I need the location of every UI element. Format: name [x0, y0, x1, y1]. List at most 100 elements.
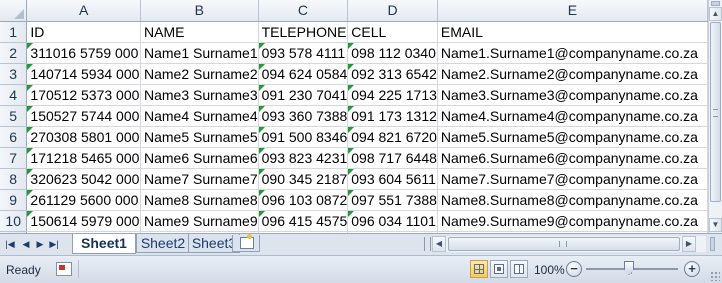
cell-d9[interactable]: 097 551 7388: [347, 189, 438, 211]
table-row: 6 270308 5801 000 Name5 Surname5 091 500 83…: [0, 126, 708, 148]
table-row: 9 261129 5600 000 Name8 Surname8 096 103 08…: [0, 189, 708, 211]
cell-d4[interactable]: 094 225 1713: [347, 84, 438, 106]
cell-c1[interactable]: TELEPHONE: [258, 21, 349, 43]
cell-a1[interactable]: ID: [26, 21, 141, 43]
row-header[interactable]: 8: [0, 168, 28, 190]
horizontal-scrollbar[interactable]: ◀ ▶: [432, 236, 706, 252]
cell-b7[interactable]: Name6 Surname6: [140, 147, 259, 169]
page-break-preview-button[interactable]: [510, 260, 528, 278]
next-sheet-icon[interactable]: ▶: [34, 237, 46, 251]
row-header[interactable]: 1: [0, 21, 28, 43]
row-header[interactable]: 9: [0, 189, 28, 211]
column-header-d[interactable]: D: [347, 0, 438, 22]
cell-a4[interactable]: 170512 5373 000: [26, 84, 141, 106]
scroll-up-button[interactable]: ▲: [709, 7, 722, 21]
cell-c6[interactable]: 091 500 8346: [258, 126, 349, 148]
horizontal-split-handle[interactable]: [710, 237, 715, 251]
cell-a10[interactable]: 150614 5979 000: [26, 210, 141, 232]
cell-e10[interactable]: Name9.Surname9@companyname.co.za: [437, 210, 708, 232]
cell-e7[interactable]: Name6.Surname6@companyname.co.za: [437, 147, 708, 169]
cell-d3[interactable]: 092 313 6542: [347, 63, 438, 85]
cell-b5[interactable]: Name4 Surname4: [140, 105, 259, 127]
cell-a5[interactable]: 150527 5744 000: [26, 105, 141, 127]
cell-d1[interactable]: CELL: [347, 21, 438, 43]
cell-d2[interactable]: 098 112 0340: [347, 42, 438, 64]
column-header-e[interactable]: E: [437, 0, 708, 22]
cell-e3[interactable]: Name2.Surname2@companyname.co.za: [437, 63, 708, 85]
worksheet-rows: 1 ID NAME TELEPHONE CELL EMAIL 2 311016 5759 00…: [0, 21, 708, 233]
cell-a8[interactable]: 320623 5042 000: [26, 168, 141, 190]
resize-grip-icon[interactable]: [710, 271, 720, 281]
cell-b6[interactable]: Name5 Surname5: [140, 126, 259, 148]
tab-split-handle[interactable]: [424, 237, 431, 251]
tab-sheet1[interactable]: Sheet1: [72, 234, 136, 254]
scroll-down-button[interactable]: ▼: [709, 218, 722, 232]
cell-e2[interactable]: Name1.Surname1@companyname.co.za: [437, 42, 708, 64]
column-header-c[interactable]: C: [258, 0, 349, 22]
cell-a2[interactable]: 311016 5759 000: [26, 42, 141, 64]
cell-e8[interactable]: Name7.Surname7@companyname.co.za: [437, 168, 708, 190]
normal-view-button[interactable]: [470, 260, 488, 278]
vertical-scroll-thumb[interactable]: [710, 22, 721, 202]
cell-b1[interactable]: NAME: [140, 21, 259, 43]
cell-b9[interactable]: Name8 Surname8: [140, 189, 259, 211]
prev-sheet-icon[interactable]: ◀: [20, 237, 32, 251]
page-layout-view-button[interactable]: [490, 260, 508, 278]
zoom-out-icon[interactable]: −: [566, 261, 582, 277]
cell-e6[interactable]: Name5.Surname5@companyname.co.za: [437, 126, 708, 148]
tab-sheet2[interactable]: Sheet2: [136, 234, 190, 253]
table-row: 7 171218 5465 000 Name6 Surname6 093 823 42…: [0, 147, 708, 169]
cell-d6[interactable]: 094 821 6720: [347, 126, 438, 148]
cell-c2[interactable]: 093 578 4111: [258, 42, 349, 64]
cell-b8[interactable]: Name7 Surname7: [140, 168, 259, 190]
insert-worksheet-button[interactable]: [232, 234, 260, 252]
row-header[interactable]: 6: [0, 126, 28, 148]
zoom-level[interactable]: 100%: [534, 262, 565, 278]
cell-a6[interactable]: 270308 5801 000: [26, 126, 141, 148]
cell-a9[interactable]: 261129 5600 000: [26, 189, 141, 211]
cell-d5[interactable]: 091 173 1312: [347, 105, 438, 127]
cell-b10[interactable]: Name9 Surname9: [140, 210, 259, 232]
column-header-b[interactable]: B: [140, 0, 259, 22]
vertical-split-handle[interactable]: [711, 1, 720, 6]
zoom-slider-thumb[interactable]: [624, 261, 634, 275]
cell-e1[interactable]: EMAIL: [437, 21, 708, 43]
cell-d7[interactable]: 098 717 6448: [347, 147, 438, 169]
macro-record-icon[interactable]: [56, 262, 72, 276]
cell-c4[interactable]: 091 230 7041: [258, 84, 349, 106]
excel-window: ABCDE 1 ID NAME TELEPHONE CELL EMAIL 2 311016 5…: [0, 0, 722, 283]
table-row: 3 140714 5934 000 Name2 Surname2 094 624 05…: [0, 63, 708, 85]
table-row: 2 311016 5759 000 Name1 Surname1 093 578 41…: [0, 42, 708, 64]
scroll-left-button[interactable]: ◀: [432, 236, 446, 252]
cell-a3[interactable]: 140714 5934 000: [26, 63, 141, 85]
column-header-a[interactable]: A: [26, 0, 141, 22]
cell-c10[interactable]: 096 415 4575: [258, 210, 349, 232]
cell-c8[interactable]: 090 345 2187: [258, 168, 349, 190]
row-header[interactable]: 3: [0, 63, 28, 85]
vertical-scrollbar[interactable]: ▲ ▼: [708, 0, 722, 233]
cell-c9[interactable]: 096 103 0872: [258, 189, 349, 211]
first-sheet-icon[interactable]: |◀: [4, 237, 16, 251]
row-header[interactable]: 7: [0, 147, 28, 169]
zoom-in-icon[interactable]: +: [684, 261, 700, 277]
last-sheet-icon[interactable]: ▶|: [48, 237, 60, 251]
cell-e9[interactable]: Name8.Surname8@companyname.co.za: [437, 189, 708, 211]
cell-b3[interactable]: Name2 Surname2: [140, 63, 259, 85]
row-header[interactable]: 2: [0, 42, 28, 64]
row-header[interactable]: 4: [0, 84, 28, 106]
cell-e5[interactable]: Name4.Surname4@companyname.co.za: [437, 105, 708, 127]
horizontal-scroll-thumb[interactable]: [448, 237, 680, 251]
select-all-button[interactable]: [0, 0, 28, 22]
cell-c3[interactable]: 094 624 0584: [258, 63, 349, 85]
cell-c7[interactable]: 093 823 4231: [258, 147, 349, 169]
cell-a7[interactable]: 171218 5465 000: [26, 147, 141, 169]
scroll-right-button[interactable]: ▶: [682, 236, 696, 252]
row-header[interactable]: 5: [0, 105, 28, 127]
cell-b4[interactable]: Name3 Surname3: [140, 84, 259, 106]
row-header[interactable]: 10: [0, 210, 28, 232]
cell-c5[interactable]: 093 360 7388: [258, 105, 349, 127]
cell-d8[interactable]: 093 604 5611: [347, 168, 438, 190]
cell-d10[interactable]: 096 034 1101: [347, 210, 438, 232]
cell-e4[interactable]: Name3.Surname3@companyname.co.za: [437, 84, 708, 106]
cell-b2[interactable]: Name1 Surname1: [140, 42, 259, 64]
